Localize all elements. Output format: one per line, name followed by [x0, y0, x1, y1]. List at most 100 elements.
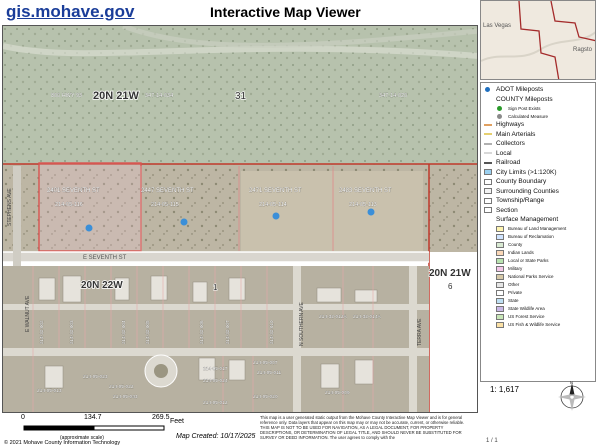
legend-swatch	[496, 305, 504, 312]
legend-swatch	[496, 265, 504, 272]
legend-panel: ADOT Mileposts COUNTY Mileposts Sign Post …	[480, 82, 596, 382]
legend-label: Railroad	[496, 159, 521, 167]
street-label: E SEVENTH ST	[83, 255, 127, 261]
milepost-marker[interactable]	[272, 212, 280, 220]
legend-item: County Boundary	[484, 177, 592, 187]
cul-de-sac-island	[154, 364, 168, 378]
legend-item: Bureau of Reclamation	[484, 233, 592, 241]
lot-label: 214-05-020	[253, 394, 278, 400]
parcel-apn: 214-05-113	[349, 202, 377, 208]
lot-label: 214-32-012A	[319, 314, 348, 320]
site-link[interactable]: gis.mohave.gov	[6, 2, 134, 22]
scale-tick: 269.5	[152, 414, 170, 421]
legend-swatch	[484, 133, 492, 136]
milepost-marker[interactable]	[85, 224, 93, 232]
legend-label: County	[508, 242, 523, 247]
lot-label: 214-32-002	[39, 320, 44, 344]
legend-label: Bureau of Land Management	[508, 226, 567, 231]
lot-label: 214-05-023	[83, 374, 108, 380]
legend-swatch	[497, 113, 502, 119]
legend-label: Calculated Measure	[508, 113, 549, 119]
lot-label: 214-32-007	[225, 320, 230, 344]
lot-label: 214-32-014A	[353, 314, 382, 320]
legend-swatch	[496, 297, 504, 304]
legend-item: Collectors	[484, 139, 592, 149]
legend-swatch	[496, 273, 504, 280]
page-number: 1 / 1	[486, 438, 498, 444]
lot-label: 214-05-022	[109, 384, 134, 390]
legend-label: Highways	[496, 121, 525, 129]
north-arrow-icon: N	[558, 380, 586, 411]
cleared-lot	[241, 171, 423, 251]
legend-swatch	[484, 123, 492, 126]
legend-item: Other	[484, 281, 592, 289]
lot-label: 214-05-012	[203, 400, 228, 406]
legend-item: Surrounding Counties	[484, 187, 592, 197]
walnut-road	[3, 348, 429, 356]
milepost-marker[interactable]	[180, 218, 188, 226]
legend-item: City Limits (>1:120K)	[484, 168, 592, 178]
disclaimer: This map is a user generated static outp…	[260, 415, 465, 440]
legend-label: Township/Range	[496, 197, 545, 205]
legend-label: US Forest Service	[508, 314, 545, 319]
terra-road	[409, 266, 417, 412]
parcel-label: 347-14-034	[145, 93, 173, 99]
legend-label: Indian Lands	[508, 250, 534, 255]
lot-label: 214-05-007	[253, 360, 278, 366]
aerial-map[interactable]: 800 HWY 93 347-14-034 347-14-020 20N 21W…	[3, 26, 478, 413]
legend-swatch	[484, 207, 492, 214]
legend-swatch	[496, 241, 504, 248]
legend-label: Surrounding Counties	[496, 187, 559, 195]
lot-label: 214-32-005	[145, 320, 150, 344]
legend-swatch	[484, 152, 492, 155]
overview-map-svg: Las Vegas Ragsto	[481, 1, 595, 79]
seventh-st-road	[3, 252, 429, 262]
legend-swatch	[496, 233, 504, 240]
legend-item: Local	[484, 149, 592, 159]
legend-item: COUNTY Mileposts	[484, 95, 592, 105]
lot-label: 214-05-013	[37, 388, 62, 394]
street-label: E WALNUT AVE	[25, 295, 31, 332]
section-number: 1	[213, 283, 218, 292]
copyright: © 2021 Mohave County Information Technol…	[4, 440, 121, 446]
legend-item: Railroad	[484, 158, 592, 168]
parcel-label: 800 HWY 93	[51, 93, 82, 99]
legend-swatch	[496, 281, 504, 288]
legend-item: US Fish & Wildlife Service	[484, 321, 592, 329]
legend-item: National Parks Service	[484, 273, 592, 281]
lot-label: 214-32-010	[269, 320, 274, 344]
lot-label: 214-05-017	[203, 366, 228, 372]
legend-swatch	[484, 169, 492, 176]
legend-swatch	[496, 249, 504, 256]
legend-swatch	[484, 178, 492, 185]
milepost-marker[interactable]	[367, 208, 375, 216]
legend-item: Main Arterials	[484, 130, 592, 140]
legend-swatch	[496, 313, 504, 320]
legend-swatch	[496, 225, 504, 232]
lot-label: 214-32-006	[199, 320, 204, 344]
legend-swatch	[484, 96, 492, 103]
scale-units: Feet	[170, 418, 185, 425]
parcel-apn: 214-05-115	[151, 202, 179, 208]
legend-item: Section	[484, 206, 592, 216]
legend-label: County Boundary	[496, 178, 547, 186]
legend-label: Collectors	[496, 140, 525, 148]
map-frame[interactable]: 800 HWY 93 347-14-034 347-14-020 20N 21W…	[2, 25, 478, 413]
legend-item: Calculated Measure	[484, 112, 592, 120]
legend-label: Bureau of Reclamation	[508, 234, 554, 239]
street-label: STEPHENS AVE	[7, 188, 13, 226]
parcel-address: 2483 SEVENTH ST	[339, 188, 392, 194]
overview-map[interactable]: Las Vegas Ragsto	[480, 0, 596, 80]
legend-item: Bureau of Land Management	[484, 225, 592, 233]
parcel-label: 347-14-020	[379, 93, 407, 99]
parcel-apn: 214-05-114	[259, 202, 287, 208]
scale-tick: 134.7	[84, 414, 102, 421]
street-label: TERRA AVE	[417, 318, 423, 346]
parcel-address: 2447 SEVENTH ST	[141, 188, 194, 194]
legend-swatch	[497, 105, 502, 111]
legend-label: Main Arterials	[496, 130, 536, 138]
map-title: Interactive Map Viewer	[210, 4, 361, 20]
legend-swatch	[484, 216, 492, 223]
township-label: 20N 21W	[93, 90, 139, 102]
svg-text:N: N	[570, 380, 573, 385]
